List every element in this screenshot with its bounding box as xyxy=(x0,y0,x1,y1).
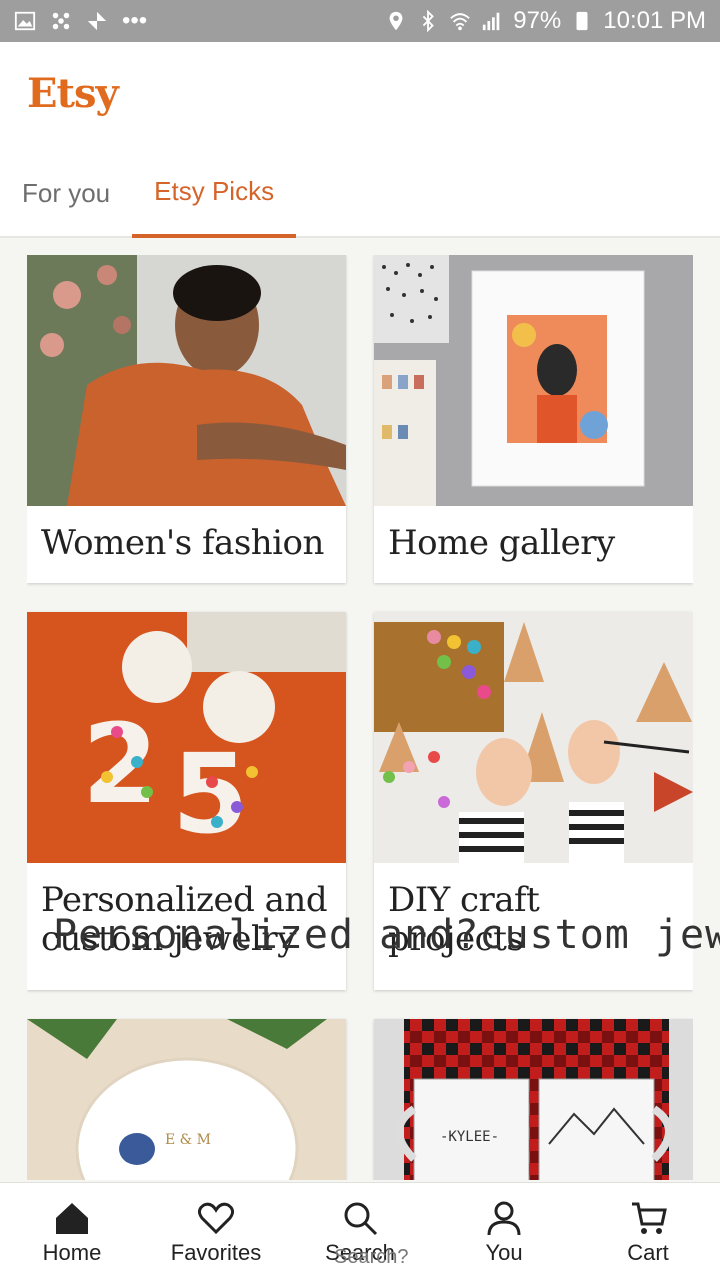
card-caption: Women's fashion xyxy=(41,523,324,563)
ring-dish-image: E & M xyxy=(27,1019,346,1180)
svg-text:E & M: E & M xyxy=(165,1132,211,1148)
clock: 10:01 PM xyxy=(603,7,706,34)
overlay-text: Personalized and?custom jew xyxy=(53,912,720,958)
card-womens-fashion[interactable]: Women's fashion xyxy=(27,255,346,583)
app-header: Etsy For you Etsy Picks xyxy=(0,42,720,238)
fan-icon xyxy=(52,12,70,30)
card-ring-dish[interactable]: E & M xyxy=(27,1019,346,1180)
nav-you[interactable]: You xyxy=(432,1183,576,1280)
nav-home-label: Home xyxy=(42,1239,102,1265)
jewelry-image: 2 5 xyxy=(27,612,346,863)
ghost-search-text: Search? xyxy=(334,1246,409,1268)
nav-home[interactable]: Home xyxy=(0,1183,144,1280)
etsy-logo[interactable]: Etsy xyxy=(27,70,119,117)
cart-icon xyxy=(632,1202,667,1234)
card-home-gallery[interactable]: Home gallery xyxy=(374,255,693,583)
home-icon xyxy=(56,1202,88,1234)
battery-percent: 97% xyxy=(513,7,562,34)
nav-cart[interactable]: Cart xyxy=(576,1183,720,1280)
status-system: 97% 10:01 PM xyxy=(385,7,706,35)
location-icon xyxy=(389,11,403,31)
person-icon xyxy=(487,1201,521,1235)
tab-etsy-picks[interactable]: Etsy Picks xyxy=(132,148,297,238)
picks-grid: Women's fashion Home gallery 2 5 Persona… xyxy=(27,255,693,1180)
bluetooth-icon xyxy=(422,10,435,32)
card-caption: Home gallery xyxy=(388,523,615,563)
search-icon xyxy=(344,1202,378,1235)
svg-text:2: 2 xyxy=(82,700,159,828)
battery-icon xyxy=(576,11,588,31)
nav-you-label: You xyxy=(485,1239,523,1265)
pinwheel-icon xyxy=(87,11,107,31)
nav-favorites[interactable]: Favorites xyxy=(144,1183,288,1280)
nav-cart-label: Cart xyxy=(627,1239,669,1265)
diy-craft-image xyxy=(374,612,693,863)
heart-icon xyxy=(197,1202,235,1234)
womens-fashion-image xyxy=(27,255,346,506)
svg-text:-KYLEE-: -KYLEE- xyxy=(440,1129,499,1145)
nav-favorites-label: Favorites xyxy=(170,1239,262,1265)
home-gallery-image xyxy=(374,255,693,506)
status-bar: ••• 97% 10:01 PM xyxy=(0,0,720,42)
tab-bar: For you Etsy Picks xyxy=(0,148,297,238)
wifi-icon xyxy=(450,13,470,31)
card-mugs[interactable]: -KYLEE- xyxy=(374,1019,693,1180)
more-dots-icon: ••• xyxy=(122,7,148,34)
image-icon xyxy=(14,11,36,31)
signal-icon xyxy=(483,12,500,31)
status-notifications: ••• xyxy=(14,7,147,35)
mugs-image: -KYLEE- xyxy=(374,1019,693,1180)
svg-text:5: 5 xyxy=(172,730,249,858)
tab-for-you[interactable]: For you xyxy=(0,148,132,238)
